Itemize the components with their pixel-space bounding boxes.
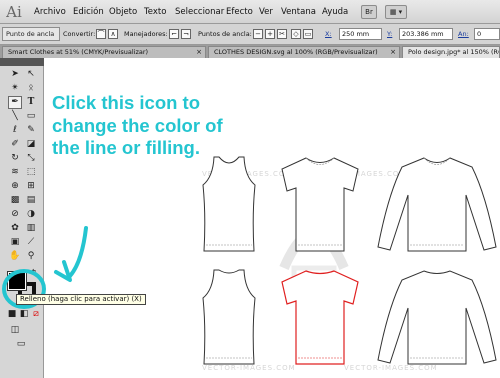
grid-icon: ▦ ▾	[389, 8, 403, 16]
instruction-text: Click this icon to change the color of t…	[52, 92, 223, 158]
perspective-grid-icon[interactable]: ⊞	[24, 180, 38, 193]
menu-ventana[interactable]: Ventana	[281, 7, 316, 17]
fill-tooltip: Relleno (haga clic para activar) (X)	[16, 294, 146, 305]
x-label[interactable]: X:	[325, 30, 332, 38]
menu-texto[interactable]: Texto	[144, 7, 166, 17]
pen-tool-icon[interactable]: ✒	[8, 96, 22, 109]
artboard-canvas[interactable]: Click this icon to change the color of t…	[44, 58, 500, 378]
tab-label: Polo design.jpg* al 150% (RGB/Previsua	[408, 48, 499, 56]
menu-objeto[interactable]: Objeto	[109, 7, 137, 17]
menu-seleccionar[interactable]: Seleccionar	[175, 7, 224, 17]
cut-path-icon[interactable]: ✂	[277, 29, 287, 39]
connect-anchor-icon[interactable]: +	[265, 29, 275, 39]
width-tool-icon[interactable]: ≋	[8, 166, 22, 179]
convert-corner-icon[interactable]: ∧	[108, 29, 118, 39]
menu-bar: Ai Archivo Edición Objeto Texto Seleccio…	[0, 0, 500, 24]
w-field[interactable]: 0	[474, 28, 500, 40]
app-logo: Ai	[6, 3, 22, 21]
tab-clothes-design[interactable]: CLOTHES DESIGN.svg al 100% (RGB/Previsua…	[208, 46, 400, 58]
document-tab-bar: Smart Clothes at 51% (CMYK/Previsualizar…	[0, 45, 500, 58]
hide-handles-icon[interactable]: ¬	[181, 29, 191, 39]
hand-tool-icon[interactable]: ✋	[8, 250, 22, 263]
shape-builder-icon[interactable]: ⊕	[8, 180, 22, 193]
tab-label: CLOTHES DESIGN.svg al 100% (RGB/Previsua…	[214, 48, 378, 56]
menu-efecto[interactable]: Efecto	[226, 7, 253, 17]
menu-ver[interactable]: Ver	[259, 7, 273, 17]
convert-smooth-icon[interactable]: ⌒	[96, 29, 106, 39]
control-bar: Punto de ancla Convertir: ⌒ ∧ Manejadore…	[0, 24, 500, 45]
x-field[interactable]: 250 mm	[339, 28, 382, 40]
graph-tool-icon[interactable]: ▥	[24, 222, 38, 235]
anchor-points-label: Puntos de ancla:	[198, 30, 252, 38]
rectangle-tool-icon[interactable]: ▭	[24, 110, 38, 123]
close-icon[interactable]: ×	[390, 47, 396, 57]
remove-anchor-icon[interactable]: −	[253, 29, 263, 39]
none-mode-icon[interactable]: ⧄	[29, 308, 43, 321]
align-icon[interactable]: ▭	[303, 29, 313, 39]
fill-swatch[interactable]	[7, 271, 27, 291]
pencil-icon[interactable]: ✎	[24, 124, 38, 137]
menu-ayuda[interactable]: Ayuda	[322, 7, 348, 17]
isolate-icon[interactable]: ◇	[291, 29, 301, 39]
tshirt-front[interactable]	[278, 155, 362, 255]
gradient-tool-icon[interactable]: ▤	[24, 194, 38, 207]
paintbrush-icon[interactable]: ℓ	[8, 124, 22, 137]
swap-fill-stroke-icon[interactable]: ↰	[31, 268, 37, 276]
tab-polo-design[interactable]: Polo design.jpg* al 150% (RGB/Previsua	[402, 46, 500, 58]
tank-top-back[interactable]	[199, 268, 259, 368]
anchor-point-indicator: Punto de ancla	[2, 27, 60, 41]
slice-tool-icon[interactable]: ⟋	[24, 236, 38, 249]
free-transform-icon[interactable]: ⬚	[24, 166, 38, 179]
tools-panel: ➤ ↖ ✴ ᛟ ✒ T ╲ ▭ ℓ ✎ ✐ ◪ ↻ ⤡ ≋ ⬚ ⊕ ⊞ ▩ ▤ …	[0, 58, 44, 378]
long-sleeve-back[interactable]	[374, 268, 500, 368]
tank-top-front[interactable]	[199, 155, 259, 255]
show-handles-icon[interactable]: ⌐	[169, 29, 179, 39]
handles-label: Manejadores:	[124, 30, 168, 38]
tools-panel-header[interactable]	[0, 58, 44, 66]
menu-edicion[interactable]: Edición	[73, 7, 104, 17]
y-field[interactable]: 203.386 mm	[399, 28, 453, 40]
tab-label: Smart Clothes at 51% (CMYK/Previsualizar…	[8, 48, 149, 56]
lasso-icon[interactable]: ᛟ	[24, 82, 38, 95]
bridge-button[interactable]: Br	[361, 5, 377, 19]
tshirt-back-selected[interactable]	[278, 268, 362, 368]
magic-wand-icon[interactable]: ✴	[8, 82, 22, 95]
artboard-tool-icon[interactable]: ▣	[8, 236, 22, 249]
blend-tool-icon[interactable]: ◑	[24, 208, 38, 221]
w-label[interactable]: An:	[458, 30, 469, 38]
blob-brush-icon[interactable]: ✐	[8, 138, 22, 151]
direct-selection-tool-icon[interactable]: ↖	[24, 68, 38, 81]
selection-tool-icon[interactable]: ➤	[8, 68, 22, 81]
menu-archivo[interactable]: Archivo	[34, 7, 66, 17]
screen-mode-icon[interactable]: ▭	[14, 338, 28, 351]
rotate-tool-icon[interactable]: ↻	[8, 152, 22, 165]
y-label[interactable]: Y:	[387, 30, 392, 38]
close-icon[interactable]: ×	[196, 47, 202, 57]
drawing-mode-icon[interactable]: ◫	[8, 324, 22, 337]
line-tool-icon[interactable]: ╲	[8, 110, 22, 123]
convert-label: Convertir:	[63, 30, 96, 38]
symbol-sprayer-icon[interactable]: ✿	[8, 222, 22, 235]
type-tool-icon[interactable]: T	[24, 96, 38, 109]
zoom-tool-icon[interactable]: ⚲	[24, 250, 38, 263]
eyedropper-icon[interactable]: ⊘	[8, 208, 22, 221]
long-sleeve-front[interactable]	[374, 155, 500, 255]
scale-tool-icon[interactable]: ⤡	[24, 152, 38, 165]
eraser-icon[interactable]: ◪	[24, 138, 38, 151]
tab-smart-clothes[interactable]: Smart Clothes at 51% (CMYK/Previsualizar…	[2, 46, 206, 58]
mesh-tool-icon[interactable]: ▩	[8, 194, 22, 207]
arrange-documents-button[interactable]: ▦ ▾	[385, 5, 407, 19]
